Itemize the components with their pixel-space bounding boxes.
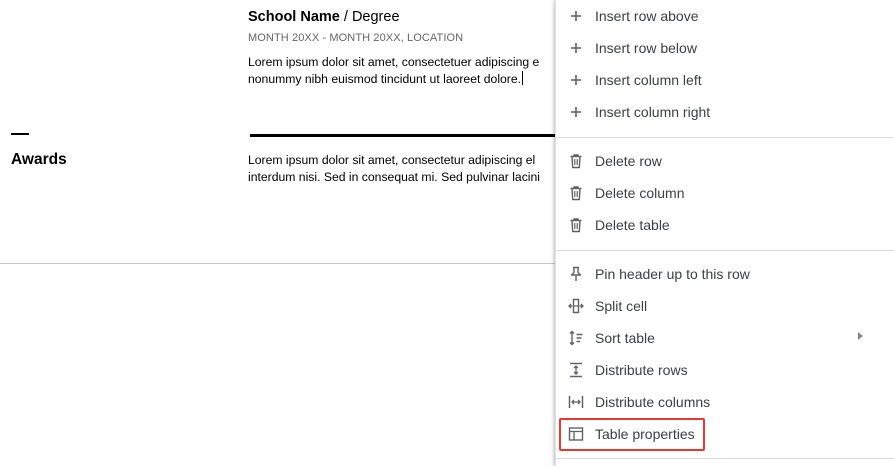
menu-item-label: Distribute rows — [595, 362, 688, 378]
awards-section-title[interactable]: Awards — [11, 151, 67, 169]
degree: / Degree — [339, 9, 400, 25]
menu-item-delete-table[interactable]: Delete table — [556, 209, 894, 241]
menu-item-insert-row-above[interactable]: Insert row above — [556, 0, 894, 32]
menu-item-insert-column-left[interactable]: Insert column left — [556, 64, 894, 96]
section-divider-rule — [250, 134, 560, 137]
page-bottom-edge — [0, 263, 560, 264]
menu-separator — [556, 250, 894, 251]
section-dash — [11, 133, 29, 135]
menu-item-distribute-rows[interactable]: Distribute rows — [556, 354, 894, 386]
menu-item-label: Table properties — [595, 426, 695, 442]
education-paragraph-line-1: Lorem ipsum dolor sit amet, consectetuer… — [248, 55, 540, 69]
text-cursor — [522, 71, 524, 85]
awards-paragraph-line-2: interdum nisi. Sed in consequat mi. Sed … — [248, 170, 540, 184]
trash-icon — [568, 217, 584, 233]
menu-item-split-cell[interactable]: Split cell — [556, 290, 894, 322]
menu-item-insert-row-below[interactable]: Insert row below — [556, 32, 894, 64]
education-paragraph[interactable]: Lorem ipsum dolor sit amet, consectetuer… — [248, 54, 568, 88]
plus-icon — [568, 8, 584, 24]
menu-item-label: Insert column right — [595, 104, 711, 120]
menu-item-delete-row[interactable]: Delete row — [556, 145, 894, 177]
sort-icon — [568, 330, 584, 346]
split-cell-icon — [568, 298, 584, 314]
menu-item-label: Insert row below — [595, 40, 697, 56]
education-dates[interactable]: MONTH 20XX - MONTH 20XX, LOCATION — [248, 32, 463, 44]
table-context-menu: Insert row above Insert row below Insert… — [555, 0, 894, 466]
menu-item-label: Delete column — [595, 185, 685, 201]
pin-icon — [568, 266, 584, 282]
menu-item-label: Split cell — [595, 298, 648, 314]
awards-paragraph[interactable]: Lorem ipsum dolor sit amet, consectetur … — [248, 152, 568, 186]
table-icon — [568, 426, 584, 442]
menu-item-label: Distribute columns — [595, 394, 711, 410]
menu-item-label: Sort table — [595, 330, 655, 346]
school-name: School Name — [248, 9, 340, 25]
menu-separator — [556, 458, 894, 459]
plus-icon — [568, 104, 584, 120]
menu-item-label: Insert column left — [595, 72, 702, 88]
menu-item-label: Pin header up to this row — [595, 266, 750, 282]
menu-item-label: Insert row above — [595, 8, 699, 24]
menu-item-insert-column-right[interactable]: Insert column right — [556, 96, 894, 128]
distribute-rows-icon — [568, 362, 584, 378]
trash-icon — [568, 153, 584, 169]
menu-item-label: Delete table — [595, 217, 670, 233]
menu-item-distribute-columns[interactable]: Distribute columns — [556, 386, 894, 418]
education-paragraph-line-2-text: nonummy nibh euismod tincidunt ut laoree… — [248, 72, 522, 86]
plus-icon — [568, 40, 584, 56]
menu-item-table-properties[interactable]: Table properties — [556, 418, 894, 450]
menu-separator — [556, 137, 894, 138]
education-paragraph-line-2: nonummy nibh euismod tincidunt ut laoree… — [248, 71, 568, 88]
menu-item-delete-column[interactable]: Delete column — [556, 177, 894, 209]
awards-paragraph-line-1: Lorem ipsum dolor sit amet, consectetur … — [248, 153, 536, 167]
menu-item-sort-table[interactable]: Sort table — [556, 322, 894, 354]
plus-icon — [568, 72, 584, 88]
menu-item-pin-header[interactable]: Pin header up to this row — [556, 258, 894, 290]
education-heading[interactable]: School Name / Degree — [248, 9, 400, 25]
distribute-columns-icon — [568, 394, 584, 410]
trash-icon — [568, 185, 584, 201]
menu-item-label: Delete row — [595, 153, 662, 169]
submenu-arrow-icon — [858, 332, 863, 340]
